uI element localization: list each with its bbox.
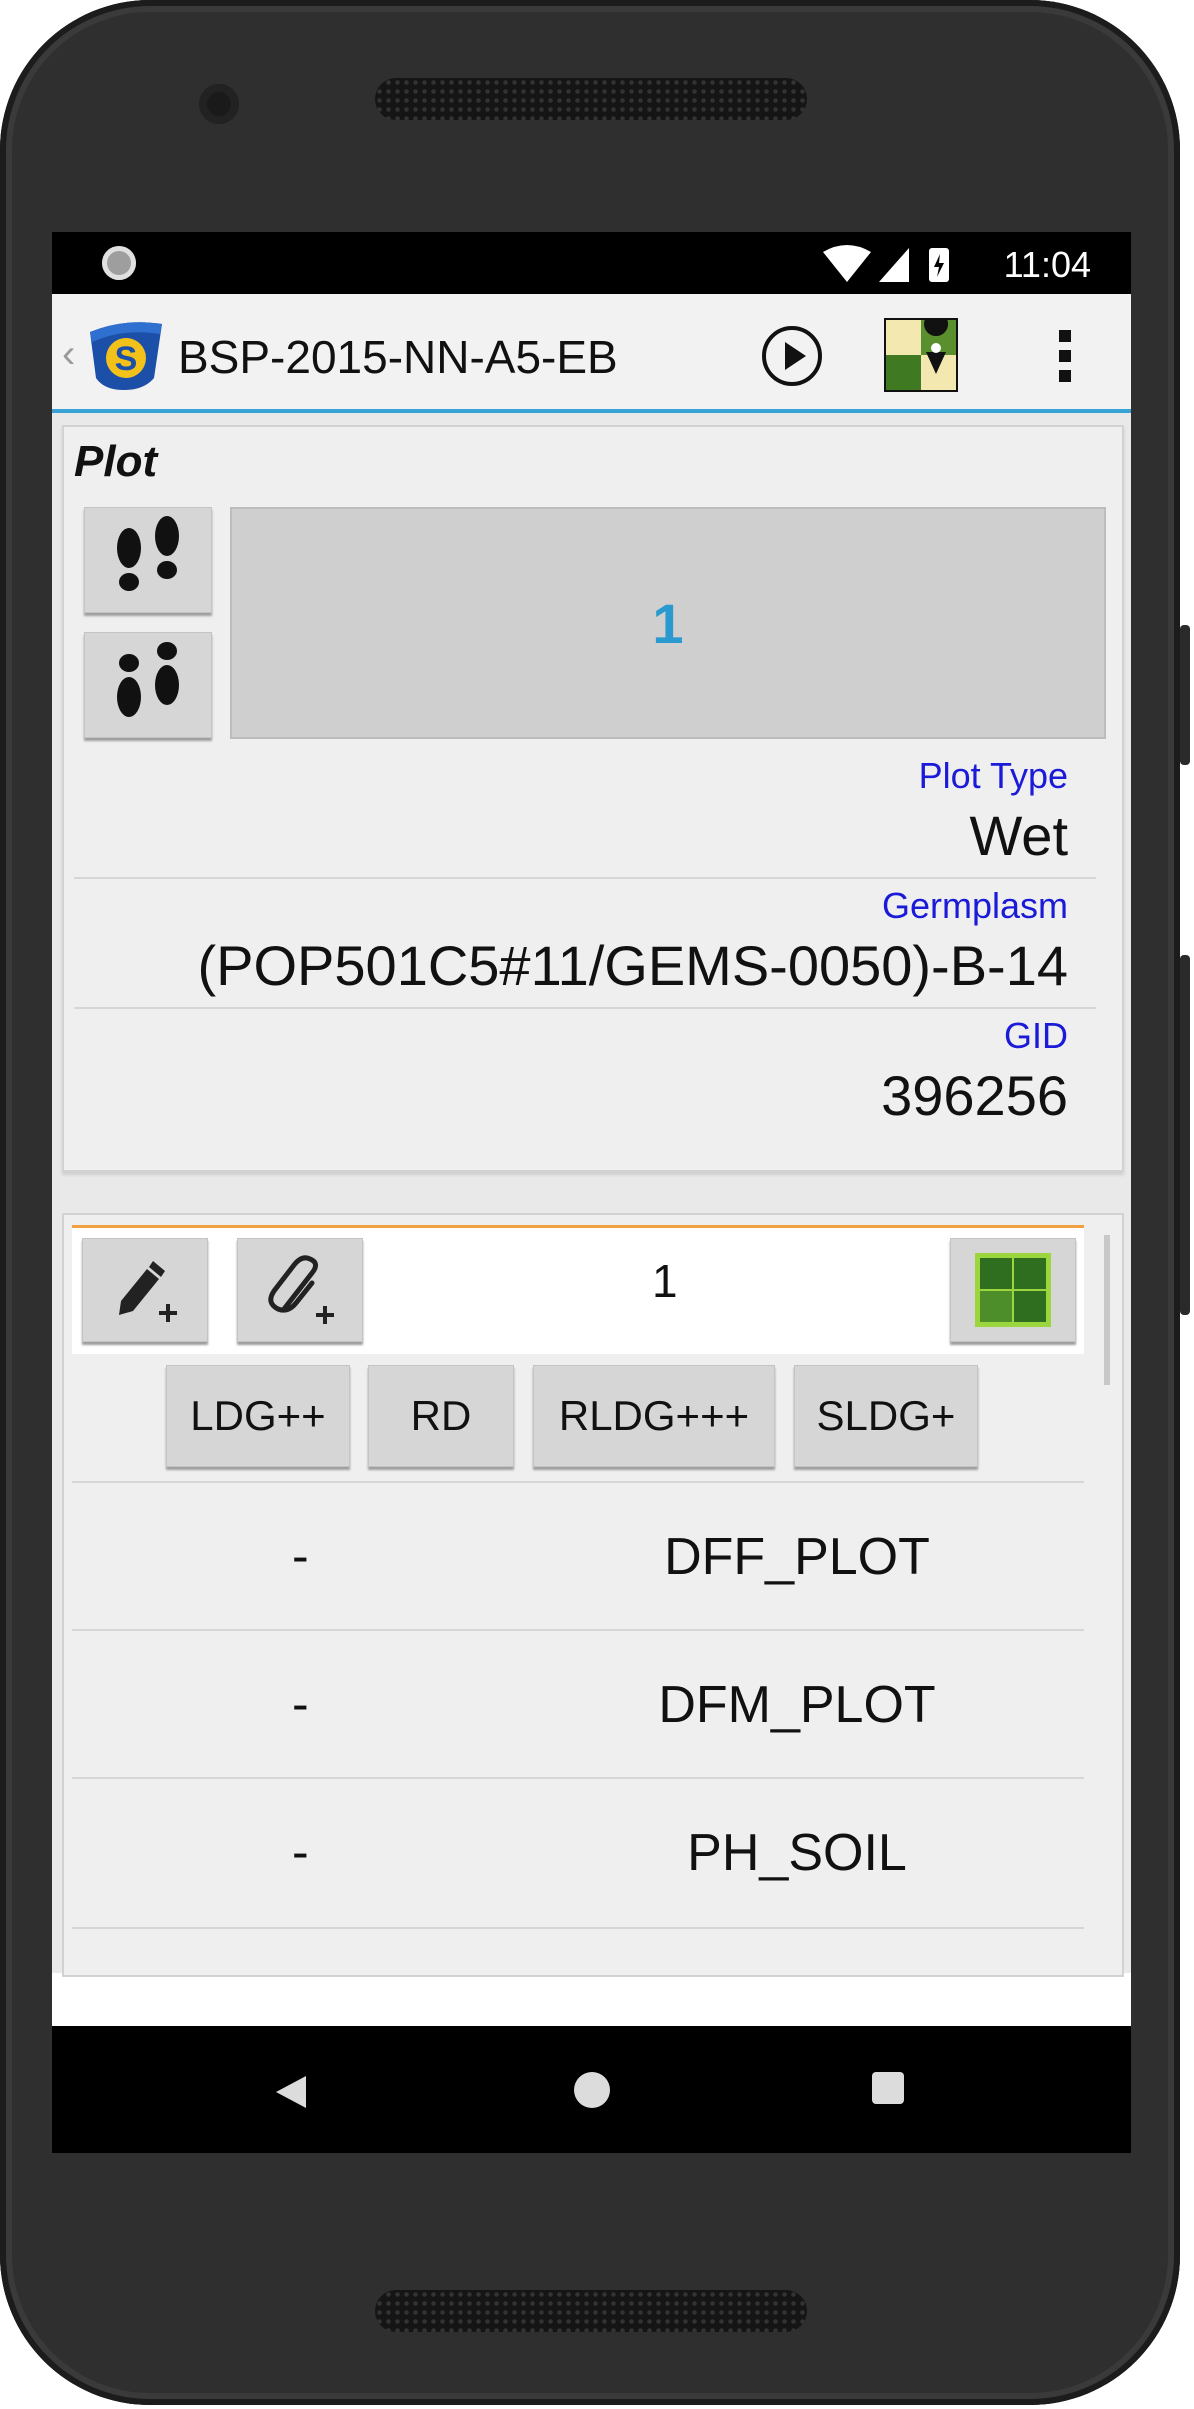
nav-back-icon[interactable] <box>274 2074 308 2110</box>
status-bar: 11:04 <box>52 232 1131 294</box>
front-camera <box>199 84 239 124</box>
wifi-icon <box>823 245 871 282</box>
category-button-rldg[interactable]: RLDG+++ <box>533 1365 775 1467</box>
trait-value: - <box>292 1824 309 1880</box>
app-logo[interactable]: S <box>84 314 166 392</box>
divider <box>74 1007 1096 1009</box>
back-chevron-icon[interactable]: ‹ <box>62 332 75 377</box>
add-note-button[interactable] <box>82 1238 208 1342</box>
germplasm-label: Germplasm <box>881 885 1068 926</box>
category-button-sldg[interactable]: SLDG+ <box>794 1365 978 1467</box>
gid-label: GID <box>1003 1015 1068 1056</box>
category-button-ldg[interactable]: LDG++ <box>166 1365 350 1467</box>
plot-heading: Plot <box>74 437 158 486</box>
navigation-bar <box>52 2026 1131 2153</box>
play-icon[interactable] <box>760 324 824 388</box>
divider <box>74 877 1096 879</box>
attach-add-icon <box>268 1255 334 1324</box>
previous-plot-button[interactable] <box>84 632 212 738</box>
trait-panel: 1 LDG++ RD RLDG+++ SLDG+ - DFF_PLOT - DF… <box>62 1213 1124 1977</box>
trait-row[interactable]: - DFM_PLOT <box>72 1629 1084 1779</box>
trait-name: PH_SOIL <box>687 1824 907 1882</box>
screen: 11:04 ‹ S BSP-2015-NN-A5-EB Plot 1 Plot … <box>52 232 1131 2153</box>
status-icons <box>823 245 949 282</box>
nav-home-icon[interactable] <box>574 2072 610 2108</box>
status-time: 11:04 <box>1003 244 1091 285</box>
plot-number-box[interactable]: 1 <box>230 507 1106 739</box>
trait-toolbar: 1 <box>72 1225 1084 1354</box>
signal-icon <box>879 248 909 282</box>
footprints-backward-icon <box>117 642 179 717</box>
plot-number: 1 <box>652 591 684 655</box>
phone-frame: 11:04 ‹ S BSP-2015-NN-A5-EB Plot 1 Plot … <box>0 0 1190 2405</box>
trait-value: - <box>292 1528 309 1584</box>
germplasm-value: (POP501C5#11/GEMS-0050)-B-14 <box>197 934 1069 997</box>
plot-card: Plot 1 Plot Type Wet Germplasm (POP501C5… <box>62 425 1124 1172</box>
trait-row[interactable]: - DFF_PLOT <box>72 1481 1084 1631</box>
gid-value: 396256 <box>881 1064 1068 1127</box>
notification-icon <box>102 246 136 280</box>
overflow-icon[interactable] <box>1050 324 1080 388</box>
top-speaker <box>375 78 807 120</box>
trait-counter: 1 <box>652 1255 678 1307</box>
svg-text:S: S <box>115 340 138 378</box>
content-area: Plot 1 Plot Type Wet Germplasm (POP501C5… <box>52 413 1131 1977</box>
trait-value: - <box>292 1676 309 1732</box>
scroll-indicator[interactable] <box>1104 1235 1110 1385</box>
grid-icon <box>975 1253 1051 1327</box>
plot-type-value: Wet <box>969 804 1068 867</box>
volume-button <box>1180 955 1190 1315</box>
bottom-speaker <box>375 2290 807 2332</box>
app-title: BSP-2015-NN-A5-EB <box>178 331 618 383</box>
grid-view-button[interactable] <box>950 1238 1076 1342</box>
trait-row[interactable]: - PH_SOIL <box>72 1777 1084 1929</box>
plot-type-label: Plot Type <box>918 755 1068 796</box>
map-icon[interactable] <box>884 318 958 392</box>
next-plot-button[interactable] <box>84 507 212 613</box>
nav-recent-icon[interactable] <box>872 2072 904 2104</box>
power-button <box>1180 625 1190 765</box>
footprints-forward-icon <box>117 516 179 591</box>
trait-name: DFM_PLOT <box>658 1676 936 1734</box>
trait-name: DFF_PLOT <box>664 1528 930 1586</box>
edit-add-icon <box>119 1261 177 1322</box>
app-bar: ‹ S BSP-2015-NN-A5-EB <box>52 294 1131 413</box>
category-button-rd[interactable]: RD <box>368 1365 514 1467</box>
add-attachment-button[interactable] <box>237 1238 363 1342</box>
